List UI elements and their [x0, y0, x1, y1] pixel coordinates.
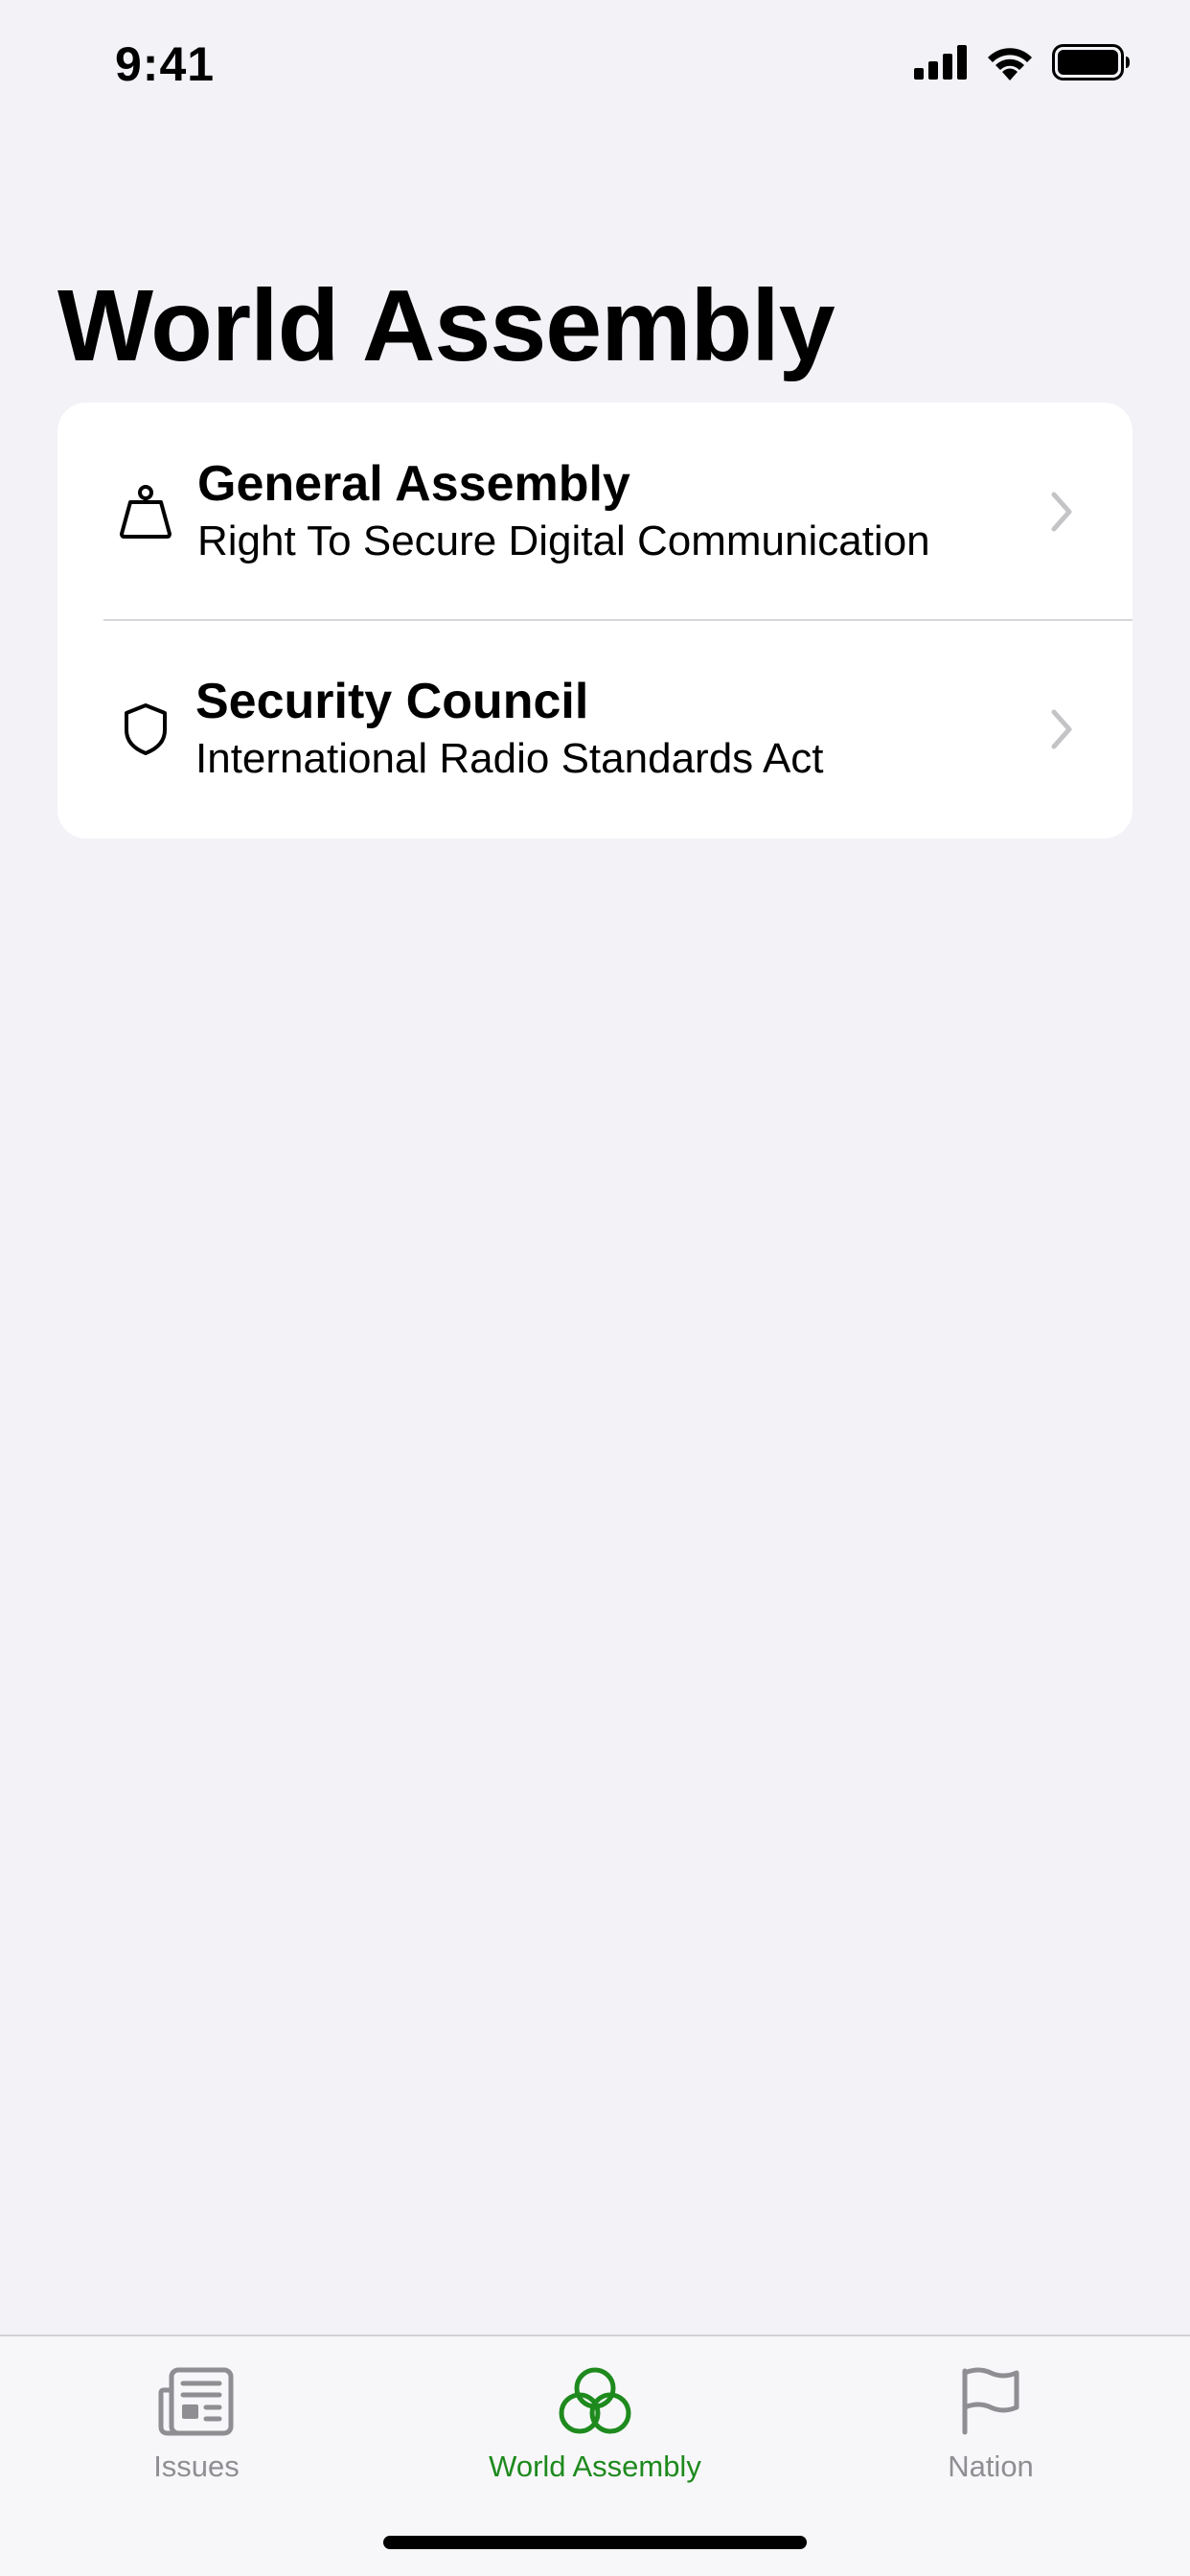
chevron-right-icon [1051, 709, 1072, 748]
list-item-general-assembly[interactable]: General Assembly Right To Secure Digital… [57, 402, 1133, 621]
tab-label: Nation [948, 2450, 1034, 2483]
tab-label: Issues [153, 2450, 240, 2483]
status-icons [914, 44, 1131, 80]
assembly-list: General Assembly Right To Secure Digital… [57, 402, 1133, 839]
list-item-subtitle: Right To Secure Digital Communication [197, 517, 930, 564]
flag-icon [950, 2361, 1031, 2442]
list-item-title: Security Council [195, 673, 589, 729]
status-time: 9:41 [115, 37, 216, 91]
list-item-title: General Assembly [197, 455, 630, 512]
cellular-signal-icon [914, 45, 967, 80]
tab-world-assembly[interactable]: World Assembly [451, 2361, 739, 2484]
app-screen: 9:41 World Assembly General Assembly Rig… [0, 0, 1190, 2576]
list-item-text: Security Council International Radio Sta… [195, 673, 1018, 786]
status-bar: 9:41 [0, 0, 1190, 126]
shield-icon [113, 697, 178, 762]
three-circles-icon [555, 2361, 635, 2442]
kettlebell-icon [113, 479, 178, 544]
page-title: World Assembly [57, 269, 835, 382]
wifi-icon [988, 48, 1032, 80]
newspaper-icon [156, 2361, 237, 2442]
list-item-text: General Assembly Right To Secure Digital… [197, 455, 1018, 568]
tab-label: World Assembly [489, 2450, 701, 2483]
list-item-subtitle: International Radio Standards Act [195, 734, 824, 782]
home-indicator [383, 2536, 807, 2549]
tab-issues[interactable]: Issues [53, 2361, 340, 2484]
list-item-security-council[interactable]: Security Council International Radio Sta… [57, 620, 1133, 838]
chevron-right-icon [1051, 492, 1072, 531]
tab-bar: Issues World Assembly Nation [0, 2334, 1190, 2576]
tab-nation[interactable]: Nation [847, 2361, 1134, 2484]
battery-icon [1052, 44, 1130, 80]
